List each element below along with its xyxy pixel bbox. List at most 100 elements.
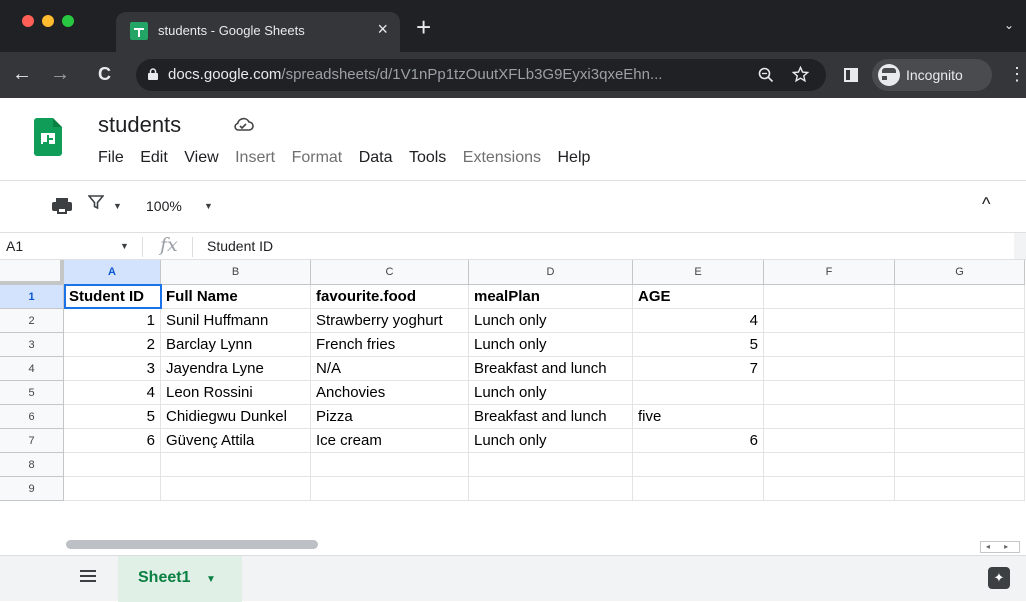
filter-dropdown-chevron-icon[interactable]: ▼	[113, 201, 122, 211]
cell-c7[interactable]: Ice cream	[311, 429, 469, 453]
cell-f2[interactable]	[764, 309, 895, 333]
column-header-d[interactable]: D	[469, 260, 633, 285]
collapse-menus-chevron-icon[interactable]: ^	[982, 194, 990, 215]
cell-d2[interactable]: Lunch only	[469, 309, 633, 333]
back-arrow-icon[interactable]: ←	[12, 62, 32, 86]
menu-edit[interactable]: Edit	[140, 149, 168, 167]
cell-b9[interactable]	[161, 477, 311, 501]
cell-f4[interactable]	[764, 357, 895, 381]
row-header-7[interactable]: 7	[0, 429, 64, 453]
column-header-g[interactable]: G	[895, 260, 1025, 285]
cell-e3[interactable]: 5	[633, 333, 764, 357]
row-header-8[interactable]: 8	[0, 453, 64, 477]
cell-c1[interactable]: favourite.food	[311, 285, 469, 309]
menu-tools[interactable]: Tools	[409, 149, 446, 167]
formula-input[interactable]: Student ID	[207, 238, 273, 254]
tab-close-icon[interactable]: ×	[377, 19, 388, 40]
menu-format[interactable]: Format	[292, 149, 343, 167]
reload-icon[interactable]: C	[98, 62, 111, 86]
sheet-tab-sheet1[interactable]: Sheet1 ▼	[118, 556, 242, 602]
cell-d4[interactable]: Breakfast and lunch	[469, 357, 633, 381]
sheets-logo-icon[interactable]	[34, 118, 62, 156]
cell-a7[interactable]: 6	[64, 429, 161, 453]
menu-help[interactable]: Help	[557, 149, 590, 167]
browser-menu-icon[interactable]: ⋮	[1008, 64, 1026, 85]
row-header-2[interactable]: 2	[0, 309, 64, 333]
menu-file[interactable]: File	[98, 149, 124, 167]
new-tab-button[interactable]: +	[416, 14, 431, 40]
cell-f5[interactable]	[764, 381, 895, 405]
cell-e5[interactable]	[633, 381, 764, 405]
cell-f6[interactable]	[764, 405, 895, 429]
cell-e6[interactable]: five	[633, 405, 764, 429]
cell-d1[interactable]: mealPlan	[469, 285, 633, 309]
cell-g6[interactable]	[895, 405, 1025, 429]
cell-f8[interactable]	[764, 453, 895, 477]
cell-f9[interactable]	[764, 477, 895, 501]
browser-tab-active[interactable]: students - Google Sheets ×	[116, 12, 400, 52]
cell-d6[interactable]: Breakfast and lunch	[469, 405, 633, 429]
cell-d7[interactable]: Lunch only	[469, 429, 633, 453]
forward-arrow-icon[interactable]: →	[50, 62, 70, 86]
cell-b3[interactable]: Barclay Lynn	[161, 333, 311, 357]
cell-b8[interactable]	[161, 453, 311, 477]
side-panel-icon[interactable]	[844, 68, 858, 82]
filter-icon[interactable]	[88, 194, 104, 210]
cell-b5[interactable]: Leon Rossini	[161, 381, 311, 405]
row-header-1[interactable]: 1	[0, 285, 64, 309]
cell-d8[interactable]	[469, 453, 633, 477]
cell-d9[interactable]	[469, 477, 633, 501]
zoom-magnifier-icon[interactable]	[758, 67, 774, 83]
cell-c8[interactable]	[311, 453, 469, 477]
row-header-9[interactable]: 9	[0, 477, 64, 501]
sheet-tab-chevron-icon[interactable]: ▼	[206, 574, 216, 585]
cell-g5[interactable]	[895, 381, 1025, 405]
cell-g9[interactable]	[895, 477, 1025, 501]
menu-extensions[interactable]: Extensions	[463, 149, 541, 167]
cell-e1[interactable]: AGE	[633, 285, 764, 309]
cell-a1[interactable]: Student ID	[64, 285, 161, 309]
tab-search-chevron-icon[interactable]: ⌄	[1004, 18, 1014, 32]
menu-data[interactable]: Data	[359, 149, 393, 167]
cell-c2[interactable]: Strawberry yoghurt	[311, 309, 469, 333]
cell-g1[interactable]	[895, 285, 1025, 309]
cell-b7[interactable]: Güvenç Attila	[161, 429, 311, 453]
row-header-6[interactable]: 6	[0, 405, 64, 429]
scroll-arrows[interactable]: ◂ ▸	[980, 541, 1020, 553]
menu-insert[interactable]: Insert	[235, 149, 275, 167]
cell-b1[interactable]: Full Name	[161, 285, 311, 309]
print-icon[interactable]	[52, 198, 72, 214]
formula-expand[interactable]	[1014, 233, 1026, 259]
cell-c4[interactable]: N/A	[311, 357, 469, 381]
cell-e7[interactable]: 6	[633, 429, 764, 453]
column-header-e[interactable]: E	[633, 260, 764, 285]
column-header-c[interactable]: C	[311, 260, 469, 285]
cell-f7[interactable]	[764, 429, 895, 453]
column-header-f[interactable]: F	[764, 260, 895, 285]
window-maximize-button[interactable]	[62, 15, 74, 27]
document-title[interactable]: students	[98, 112, 181, 138]
cell-f3[interactable]	[764, 333, 895, 357]
row-header-3[interactable]: 3	[0, 333, 64, 357]
window-minimize-button[interactable]	[42, 15, 54, 27]
cell-c5[interactable]: Anchovies	[311, 381, 469, 405]
cell-d3[interactable]: Lunch only	[469, 333, 633, 357]
cell-b2[interactable]: Sunil Huffmann	[161, 309, 311, 333]
cell-e2[interactable]: 4	[633, 309, 764, 333]
cell-c9[interactable]	[311, 477, 469, 501]
cell-g2[interactable]	[895, 309, 1025, 333]
cell-c3[interactable]: French fries	[311, 333, 469, 357]
cell-a4[interactable]: 3	[64, 357, 161, 381]
name-box[interactable]: A1	[6, 238, 23, 254]
cell-a5[interactable]: 4	[64, 381, 161, 405]
cell-b6[interactable]: Chidiegwu Dunkel	[161, 405, 311, 429]
cell-a9[interactable]	[64, 477, 161, 501]
bookmark-star-icon[interactable]	[792, 66, 809, 83]
cell-e4[interactable]: 7	[633, 357, 764, 381]
cell-g8[interactable]	[895, 453, 1025, 477]
window-close-button[interactable]	[22, 15, 34, 27]
explore-icon[interactable]: ✦	[988, 567, 1010, 589]
column-header-a[interactable]: A	[64, 260, 161, 285]
cell-a6[interactable]: 5	[64, 405, 161, 429]
row-header-5[interactable]: 5	[0, 381, 64, 405]
